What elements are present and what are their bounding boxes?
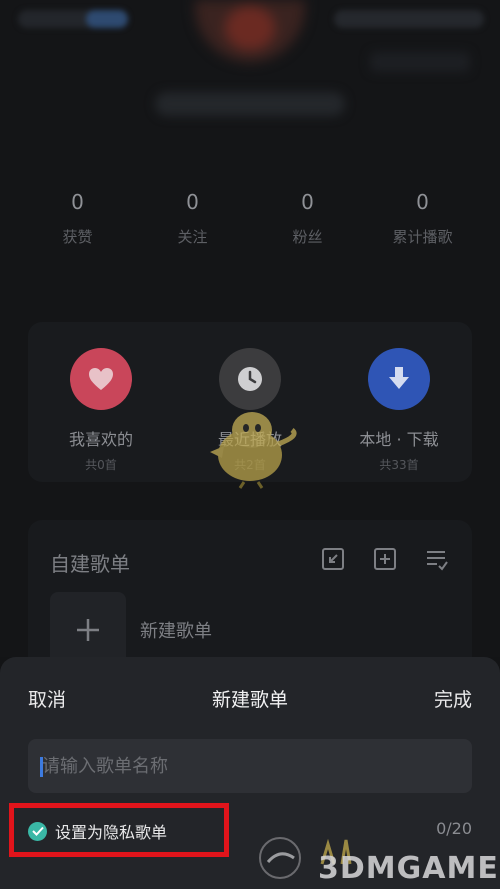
quick-item-label: 我喜欢的: [68, 430, 133, 449]
stat-label: 累计播歌: [392, 228, 453, 246]
manage-list-icon[interactable]: [424, 546, 450, 572]
quick-item-count: 共33首: [379, 458, 419, 472]
top-left-blurred-control: [18, 10, 128, 28]
watermark-text: 3DMGAME: [318, 851, 499, 886]
stat-value: 0: [416, 190, 429, 214]
stat-label: 关注: [177, 228, 208, 246]
stat-label: 获赞: [62, 228, 93, 246]
new-playlist-label: 新建歌单: [140, 621, 212, 642]
section-title: 自建歌单: [50, 552, 130, 576]
stat-total-plays[interactable]: 0 累计播歌: [365, 190, 480, 247]
text-cursor: [40, 757, 43, 777]
stats-row: 0 获赞 0 关注 0 粉丝 0 累计播歌: [20, 190, 480, 247]
quick-item-local-download[interactable]: 本地 · 下载 共33首: [339, 348, 459, 473]
annotation-highlight-box: [9, 803, 229, 857]
stat-following[interactable]: 0 关注: [135, 190, 250, 247]
stat-value: 0: [301, 190, 314, 214]
my-playlists-card: 自建歌单 新建歌单: [28, 520, 472, 680]
sheet-title: 新建歌单: [211, 689, 288, 711]
heart-icon: [70, 348, 132, 410]
stat-likes[interactable]: 0 获赞: [20, 190, 135, 247]
stat-value: 0: [186, 190, 199, 214]
playlist-name-input[interactable]: [28, 739, 472, 793]
header-icons-blurred: [370, 52, 470, 72]
stat-value: 0: [71, 190, 84, 214]
done-button[interactable]: 完成: [434, 685, 472, 712]
stat-followers[interactable]: 0 粉丝: [250, 190, 365, 247]
add-icon[interactable]: [372, 546, 398, 572]
quick-item-favorites[interactable]: 我喜欢的 共0首: [41, 348, 161, 473]
stat-label: 粉丝: [292, 228, 323, 246]
mascot-image: [210, 412, 297, 489]
playlist-tools: [320, 546, 450, 572]
top-right-blurred-control: [334, 10, 484, 28]
download-icon: [368, 348, 430, 410]
import-icon[interactable]: [320, 546, 346, 572]
username-blurred: [155, 92, 345, 116]
quick-item-count: 共0首: [85, 458, 117, 472]
quick-item-label: 本地 · 下载: [359, 430, 439, 449]
